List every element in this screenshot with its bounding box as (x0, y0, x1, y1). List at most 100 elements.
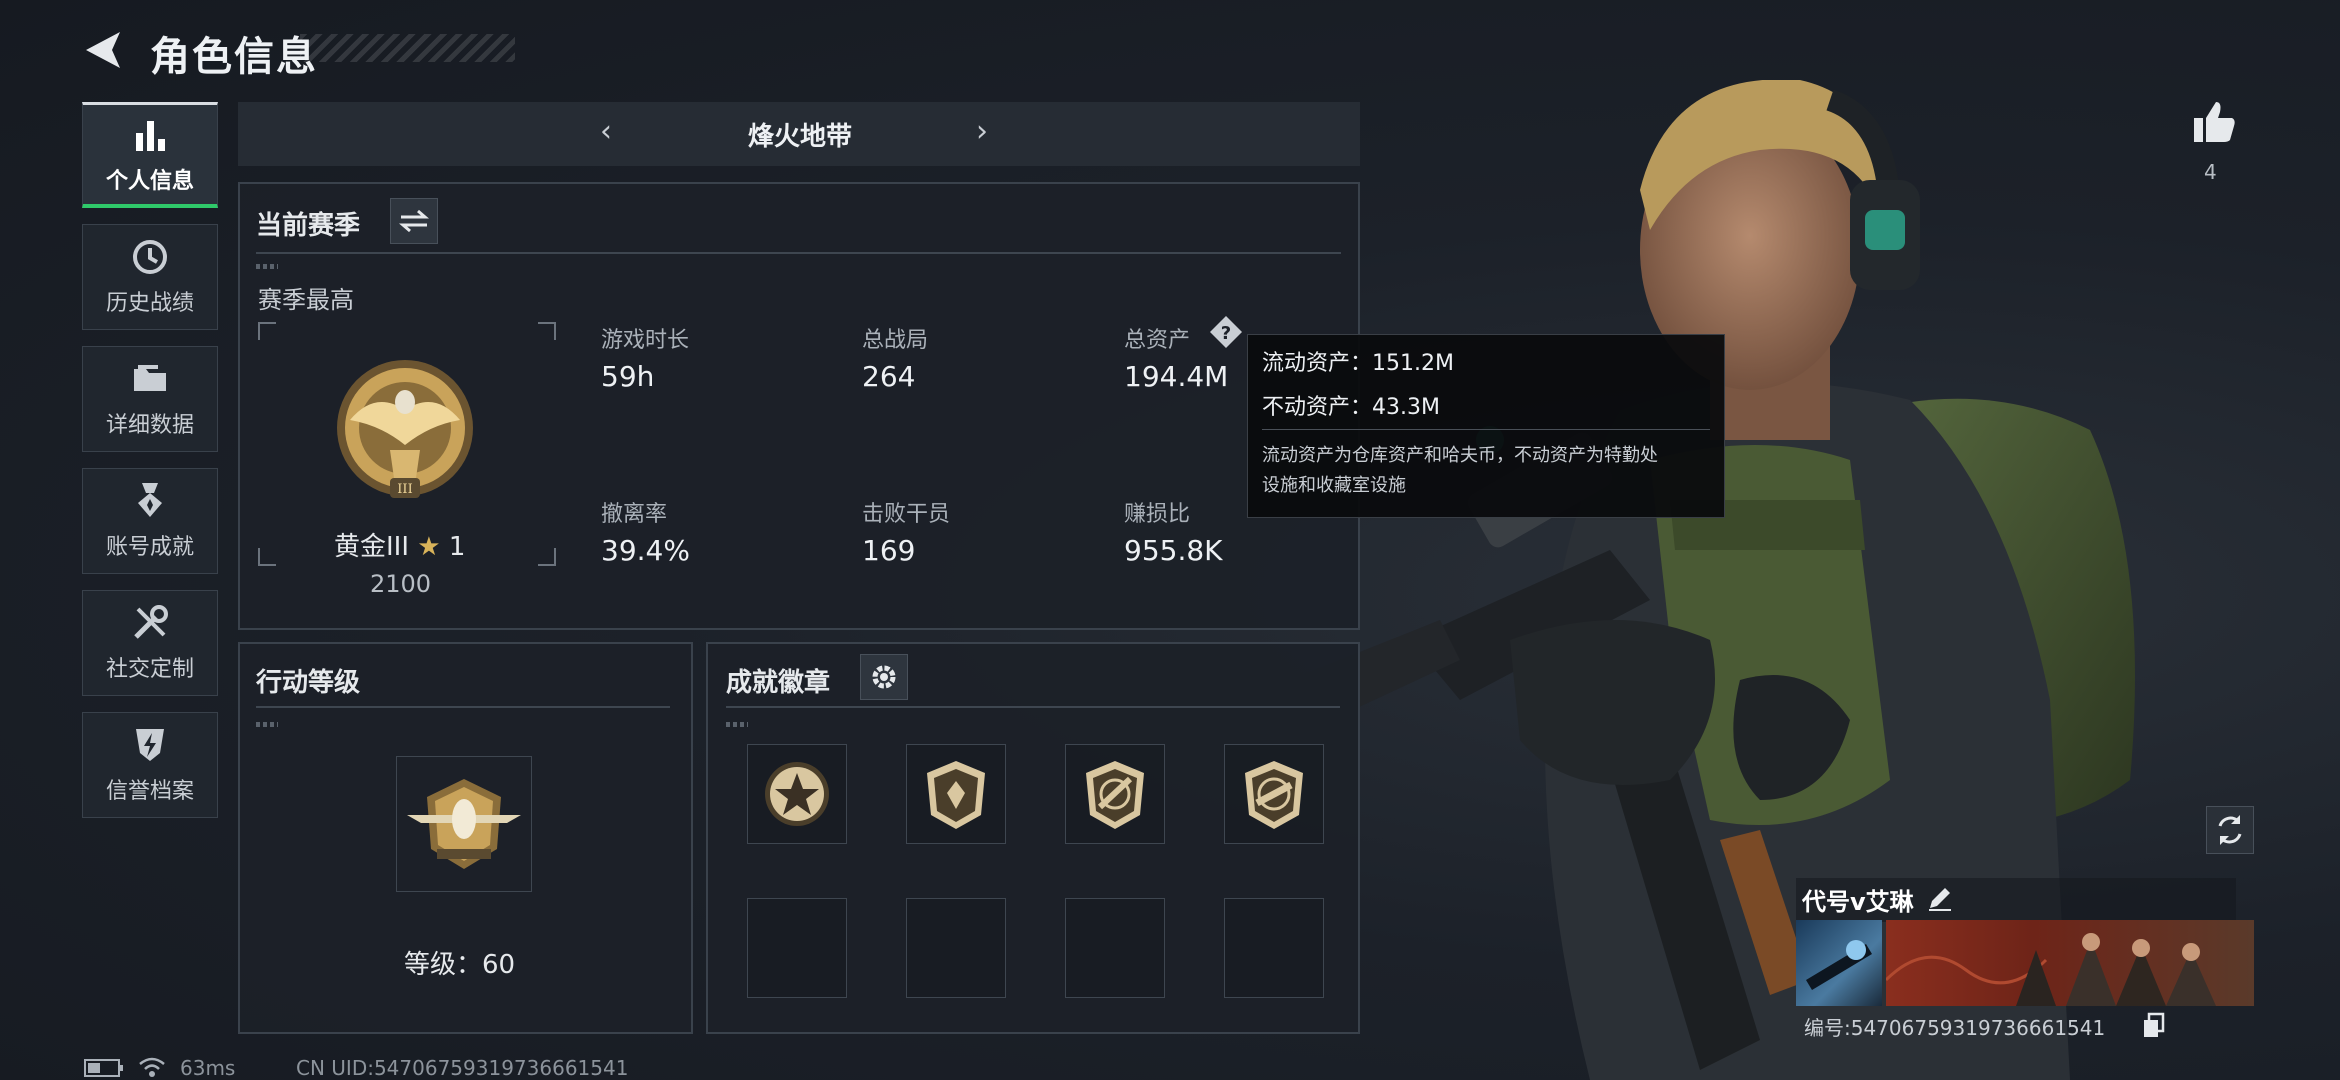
sidebar-item-label: 账号成就 (105, 535, 194, 560)
shield-bolt-icon (136, 729, 164, 761)
action-level-text: 等级：60 (404, 950, 516, 980)
footer-uid: CN UID:547067593197366615​41 (296, 1056, 629, 1080)
badges-title: 成就徽章 (726, 668, 831, 698)
rank-name: 黄金III (334, 532, 410, 562)
profile-name: 代号v艾琳 (1802, 888, 1914, 916)
dash-decoration (726, 722, 748, 727)
swap-icon (399, 209, 429, 233)
frame-corner (538, 548, 556, 566)
sidebar-item-reputation[interactable]: 信誉档案 (82, 712, 218, 818)
stat-label: 赚损比 (1124, 502, 1191, 527)
season-divider (256, 252, 1341, 254)
dash-decoration (256, 264, 278, 269)
rifle-shield-badge-icon (1086, 761, 1144, 829)
action-level-title: 行动等级 (256, 668, 361, 698)
stat-label: 撤离率 (601, 502, 668, 527)
profile-avatar[interactable] (1796, 920, 1882, 1006)
stat-label: 游戏时长 (601, 328, 690, 353)
tooltip-fixed-assets: 不动资产：43.3M (1262, 395, 1440, 420)
sidebar-item-achievements[interactable]: 账号成就 (82, 468, 218, 574)
badges-settings-button[interactable] (860, 654, 908, 700)
badge-slot[interactable] (906, 744, 1006, 844)
stat-value: 39.4% (601, 534, 690, 567)
mode-prev-button[interactable]: ‹ (600, 114, 612, 149)
sidebar-item-label: 个人信息 (105, 168, 194, 194)
badge-slot-empty[interactable] (747, 898, 847, 998)
frame-corner (538, 322, 556, 340)
title-decoration (300, 34, 515, 62)
badge-slot-empty[interactable] (1065, 898, 1165, 998)
stat-value: 955.8K (1124, 534, 1223, 567)
mode-next-button[interactable]: › (976, 114, 988, 149)
folder-icon (134, 365, 166, 391)
svg-text:?: ? (1221, 323, 1231, 344)
like-count: 4 (2204, 160, 2217, 184)
tools-icon (134, 605, 168, 639)
scope-avatar-icon (1806, 940, 1872, 990)
stat-label: 总战局 (862, 328, 929, 353)
rank-name-row: 黄金III ★ 1 (334, 526, 465, 563)
svg-text:III: III (397, 482, 412, 497)
profile-banner[interactable] (1884, 920, 2254, 1006)
page-title: 角色信息 (150, 34, 318, 80)
asset-tooltip: 流动资产：151.2M 不动资产：43.3M 流动资产为仓库资产和哈夫币，不动资… (1247, 334, 1725, 518)
ping-value: 63ms (180, 1056, 236, 1080)
squad-banner-art (1884, 933, 2216, 1006)
tooltip-note-line2: 设施和收藏室设施 (1262, 475, 1406, 496)
tooltip-note-line1: 流动资产为仓库资产和哈夫币，不动资产为特勤处 (1262, 445, 1658, 466)
badges-divider (726, 706, 1340, 708)
copy-icon[interactable] (2142, 1012, 2166, 1038)
asset-help-icon[interactable]: ? (1208, 314, 1244, 350)
medal-icon (138, 483, 162, 517)
season-best-label: 赛季最高 (258, 286, 354, 314)
refresh-icon (2218, 815, 2242, 845)
stat-value: 59h (601, 360, 655, 393)
stat-value: 169 (862, 534, 916, 567)
action-level-divider (256, 706, 670, 708)
frame-corner (258, 548, 276, 566)
shield-badge-icon (927, 761, 985, 829)
battery-icon (84, 1059, 123, 1077)
stat-label: 总资产 (1124, 328, 1191, 353)
star-badge-icon (765, 762, 829, 826)
badge-slot-empty[interactable] (906, 898, 1006, 998)
history-clock-icon (133, 240, 167, 274)
tooltip-liquid-assets: 流动资产：151.2M (1262, 351, 1454, 376)
sidebar-item-detailed-data[interactable]: 详细数据 (82, 346, 218, 452)
stat-label: 击败干员 (862, 502, 951, 527)
season-title: 当前赛季 (256, 211, 361, 241)
badge-slot[interactable] (1224, 744, 1324, 844)
back-arrow-icon[interactable] (80, 28, 130, 72)
gold-rank-emblem: III (337, 360, 473, 498)
weapon-shield-badge-icon (1245, 761, 1303, 829)
mode-title: 烽火地带 (747, 122, 852, 152)
edit-pencil-icon[interactable] (1926, 884, 1954, 912)
dash-decoration (256, 722, 278, 727)
badge-slot[interactable] (1065, 744, 1165, 844)
stat-value: 194.4M (1124, 360, 1229, 393)
sidebar-item-label: 历史战绩 (105, 291, 194, 316)
rank-stars: 1 (448, 532, 466, 562)
sidebar-item-social[interactable]: 社交定制 (82, 590, 218, 696)
tooltip-divider (1262, 429, 1710, 430)
sidebar-item-label: 详细数据 (105, 413, 194, 438)
badge-slot-empty[interactable] (1224, 898, 1324, 998)
frame-corner (258, 322, 276, 340)
gear-icon (872, 665, 896, 689)
thumbs-up-icon[interactable] (2190, 98, 2238, 146)
sidebar-item-personal-info[interactable]: 个人信息 (82, 102, 218, 208)
star-icon: ★ (417, 532, 441, 562)
action-level-emblem-frame (396, 756, 532, 892)
profile-id: 编号:5470675931973666154​1 (1804, 1016, 2106, 1040)
rotate-view-button[interactable] (2206, 806, 2254, 854)
sidebar-item-label: 信誉档案 (105, 779, 194, 804)
wifi-icon (139, 1057, 165, 1077)
bar-chart-icon (136, 120, 165, 151)
badge-slot[interactable] (747, 744, 847, 844)
season-switch-button[interactable] (390, 198, 438, 244)
aircraft-level-emblem (407, 779, 521, 869)
rank-score: 2100 (370, 570, 432, 598)
stat-value: 264 (862, 360, 916, 393)
sidebar-item-label: 社交定制 (105, 657, 194, 682)
sidebar-item-history[interactable]: 历史战绩 (82, 224, 218, 330)
